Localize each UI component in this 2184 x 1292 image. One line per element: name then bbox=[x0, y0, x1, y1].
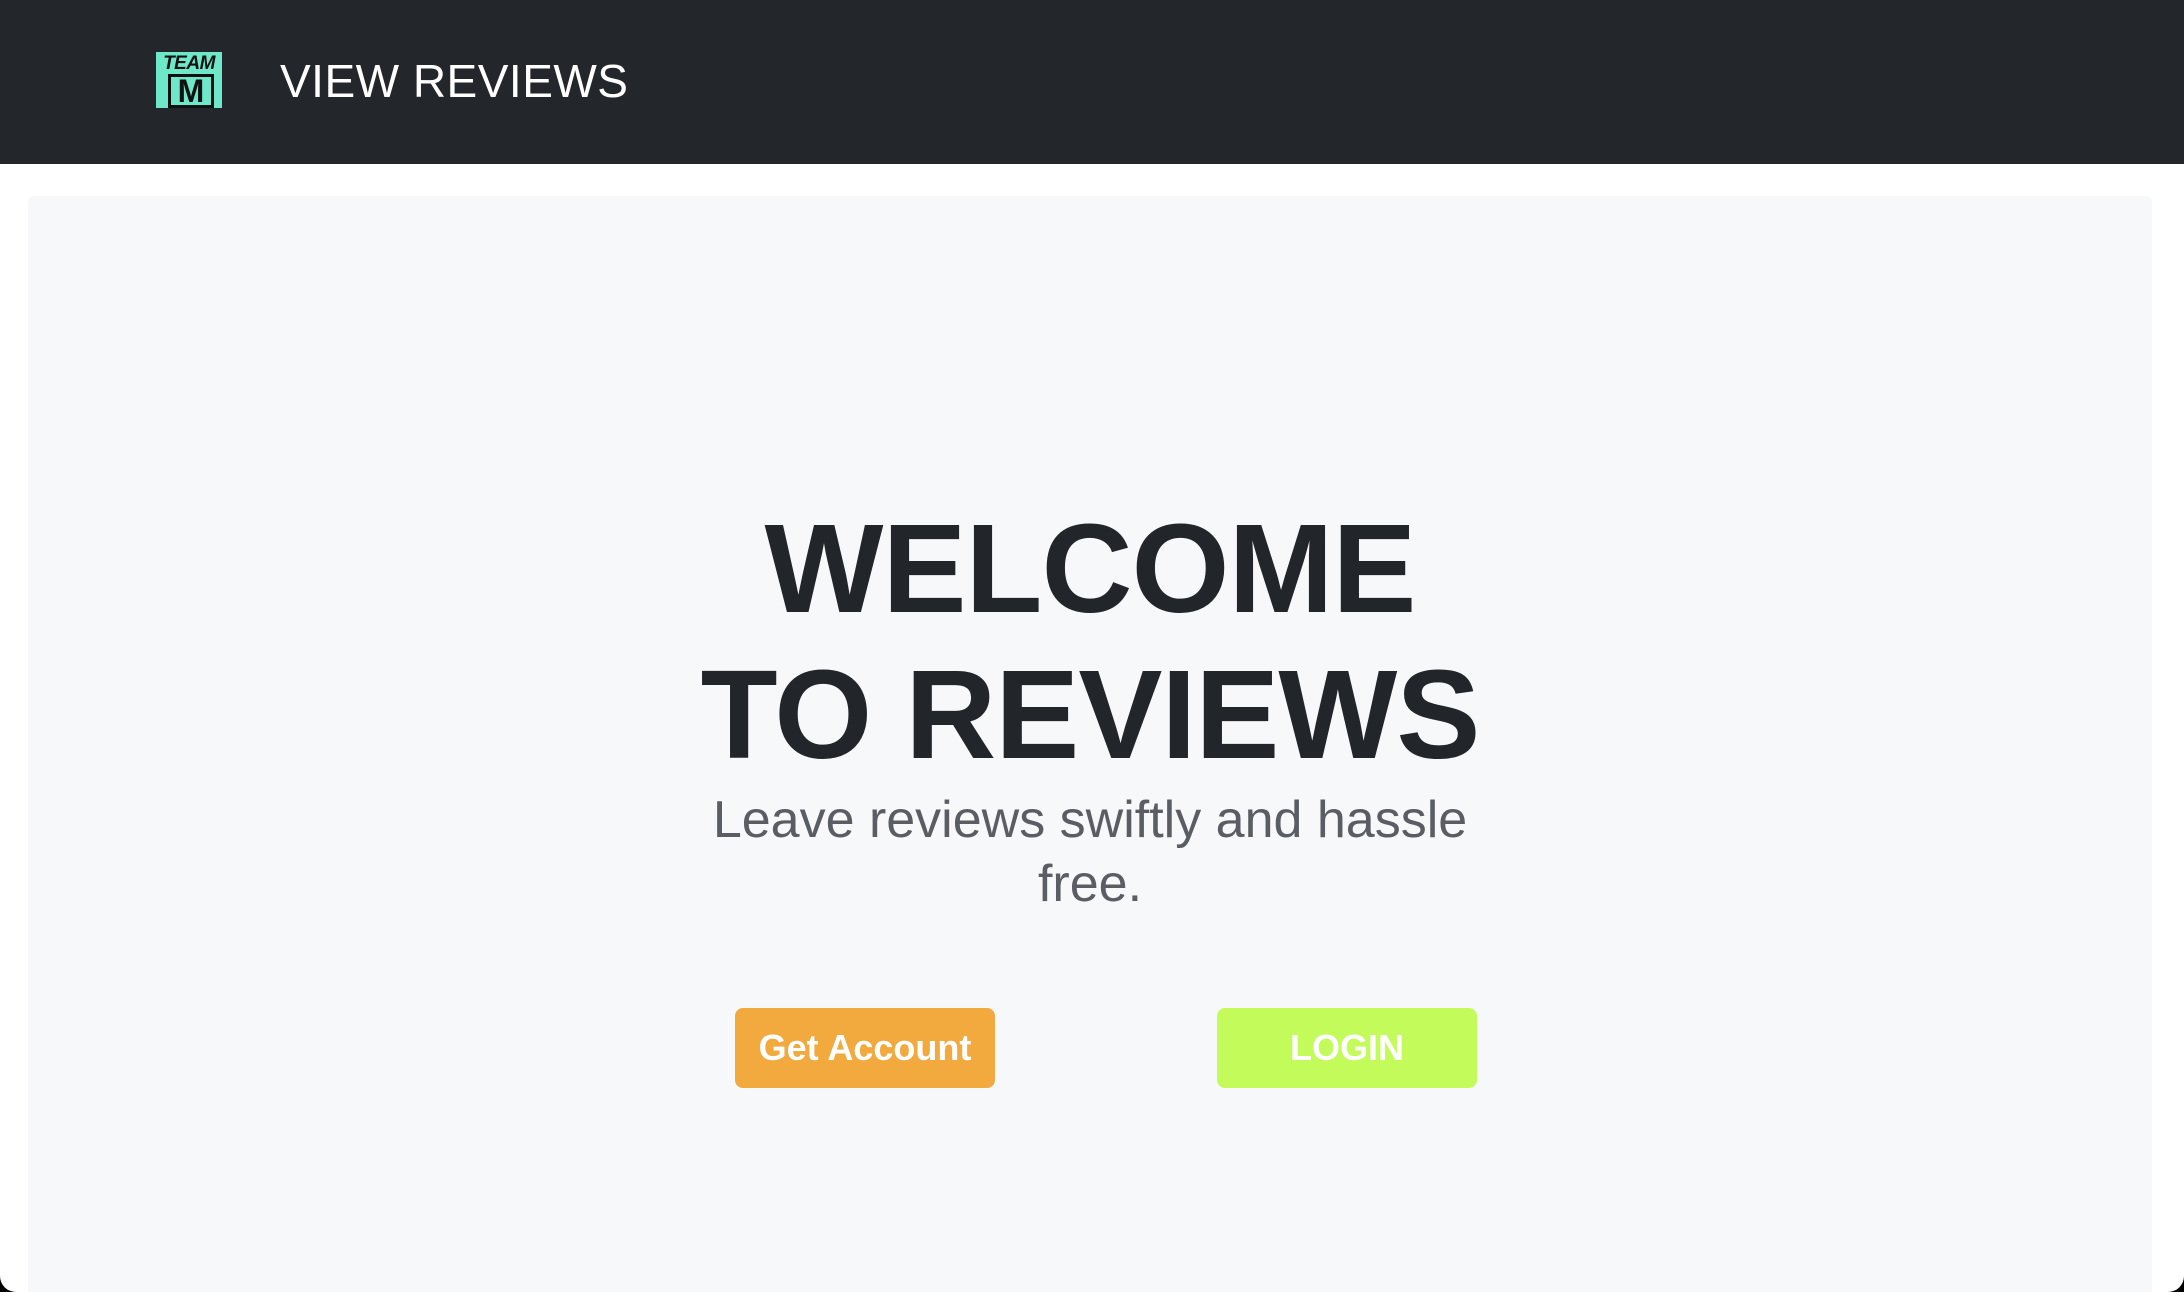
logo-team-text: TEAM bbox=[163, 53, 215, 74]
page: TEAM M VIEW REVIEWS WELCOME TO REVIEWS L… bbox=[0, 0, 2184, 1292]
login-button[interactable]: LOGIN bbox=[1217, 1008, 1477, 1088]
get-account-button[interactable]: Get Account bbox=[735, 1008, 995, 1088]
hero-title-line-2: TO REVIEWS bbox=[700, 644, 1481, 785]
hero-title: WELCOME TO REVIEWS bbox=[28, 496, 2152, 788]
view-reviews-link[interactable]: VIEW REVIEWS bbox=[280, 54, 628, 108]
logo-letter: M bbox=[168, 74, 214, 108]
hero-subtitle: Leave reviews swiftly and hassle free. bbox=[712, 791, 1468, 913]
hero-section: WELCOME TO REVIEWS Leave reviews swiftly… bbox=[28, 196, 2152, 1292]
hero-title-line-1: WELCOME bbox=[764, 498, 1417, 639]
top-navbar: TEAM M VIEW REVIEWS bbox=[0, 0, 2184, 164]
team-m-logo[interactable]: TEAM M bbox=[154, 50, 224, 110]
